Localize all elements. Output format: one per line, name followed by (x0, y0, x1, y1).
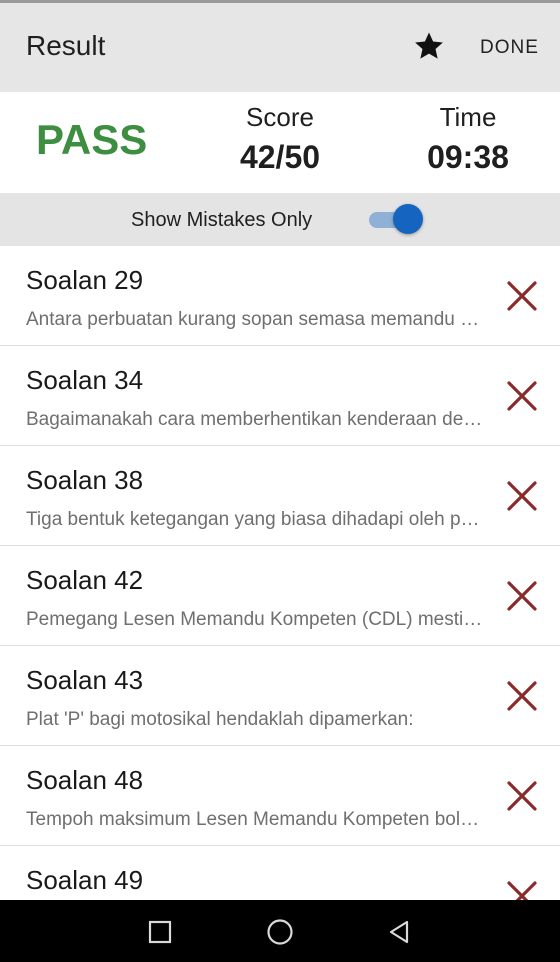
wrong-x-icon (507, 781, 537, 811)
done-button[interactable]: DONE (480, 32, 550, 64)
question-text: Pemegang Lesen Memandu Kompeten (CDL) me… (26, 609, 484, 630)
star-icon (415, 32, 443, 59)
back-triangle-icon (389, 920, 409, 944)
question-title: Soalan 48 (26, 765, 144, 795)
list-item[interactable]: Soalan 34 Bagaimanakah cara memberhentik… (0, 346, 560, 446)
time-block: Time 09:38 (388, 102, 548, 176)
list-item[interactable]: Soalan 42 Pemegang Lesen Memandu Kompete… (0, 546, 560, 646)
time-label: Time (439, 102, 497, 132)
question-title: Soalan 38 (26, 465, 144, 495)
recents-button[interactable] (142, 914, 178, 950)
show-mistakes-toggle[interactable] (367, 202, 427, 236)
recents-square-icon (148, 920, 172, 944)
question-text: Tiga bentuk ketegangan yang biasa dihada… (26, 509, 484, 530)
question-title: Soalan 49 (26, 865, 144, 895)
home-button[interactable] (262, 914, 298, 950)
score-label: Score (246, 102, 314, 132)
app-bar: Result DONE (0, 3, 560, 92)
question-title: Soalan 34 (26, 365, 144, 395)
filter-bar: Show Mistakes Only (0, 193, 560, 246)
question-text: Plat 'P' bagi motosikal hendaklah dipame… (26, 709, 414, 730)
wrong-x-icon (507, 281, 537, 311)
back-button[interactable] (381, 914, 417, 950)
question-title: Soalan 29 (26, 265, 144, 295)
score-block: Score 42/50 (200, 102, 360, 176)
list-item[interactable]: Soalan 48 Tempoh maksimum Lesen Memandu … (0, 746, 560, 846)
result-summary: PASS Score 42/50 Time 09:38 (0, 92, 560, 193)
score-value: 42/50 (239, 139, 321, 175)
wrong-x-icon (507, 681, 537, 711)
list-item[interactable]: Soalan 49 (0, 846, 560, 900)
result-status: PASS (36, 116, 148, 163)
list-item[interactable]: Soalan 29 Antara perbuatan kurang sopan … (0, 246, 560, 346)
toggle-thumb (393, 204, 423, 234)
system-nav-bar (0, 900, 560, 962)
question-text: Antara perbuatan kurang sopan semasa mem… (26, 309, 484, 330)
list-item[interactable]: Soalan 43 Plat 'P' bagi motosikal hendak… (0, 646, 560, 746)
list-item[interactable]: Soalan 38 Tiga bentuk ketegangan yang bi… (0, 446, 560, 546)
question-title: Soalan 43 (26, 665, 144, 695)
home-circle-icon (267, 919, 293, 945)
question-title: Soalan 42 (26, 565, 144, 595)
question-text: Bagaimanakah cara memberhentikan kendera… (26, 409, 484, 430)
wrong-x-icon (507, 581, 537, 611)
question-text: Tempoh maksimum Lesen Memandu Kompeten b… (26, 809, 484, 830)
wrong-x-icon (507, 881, 537, 900)
question-list: Soalan 29 Antara perbuatan kurang sopan … (0, 246, 560, 900)
page-title: Result (26, 30, 106, 61)
show-mistakes-label: Show Mistakes Only (131, 209, 313, 231)
wrong-x-icon (507, 481, 537, 511)
favorite-button[interactable] (410, 27, 448, 65)
wrong-x-icon (507, 381, 537, 411)
time-value: 09:38 (427, 139, 509, 175)
